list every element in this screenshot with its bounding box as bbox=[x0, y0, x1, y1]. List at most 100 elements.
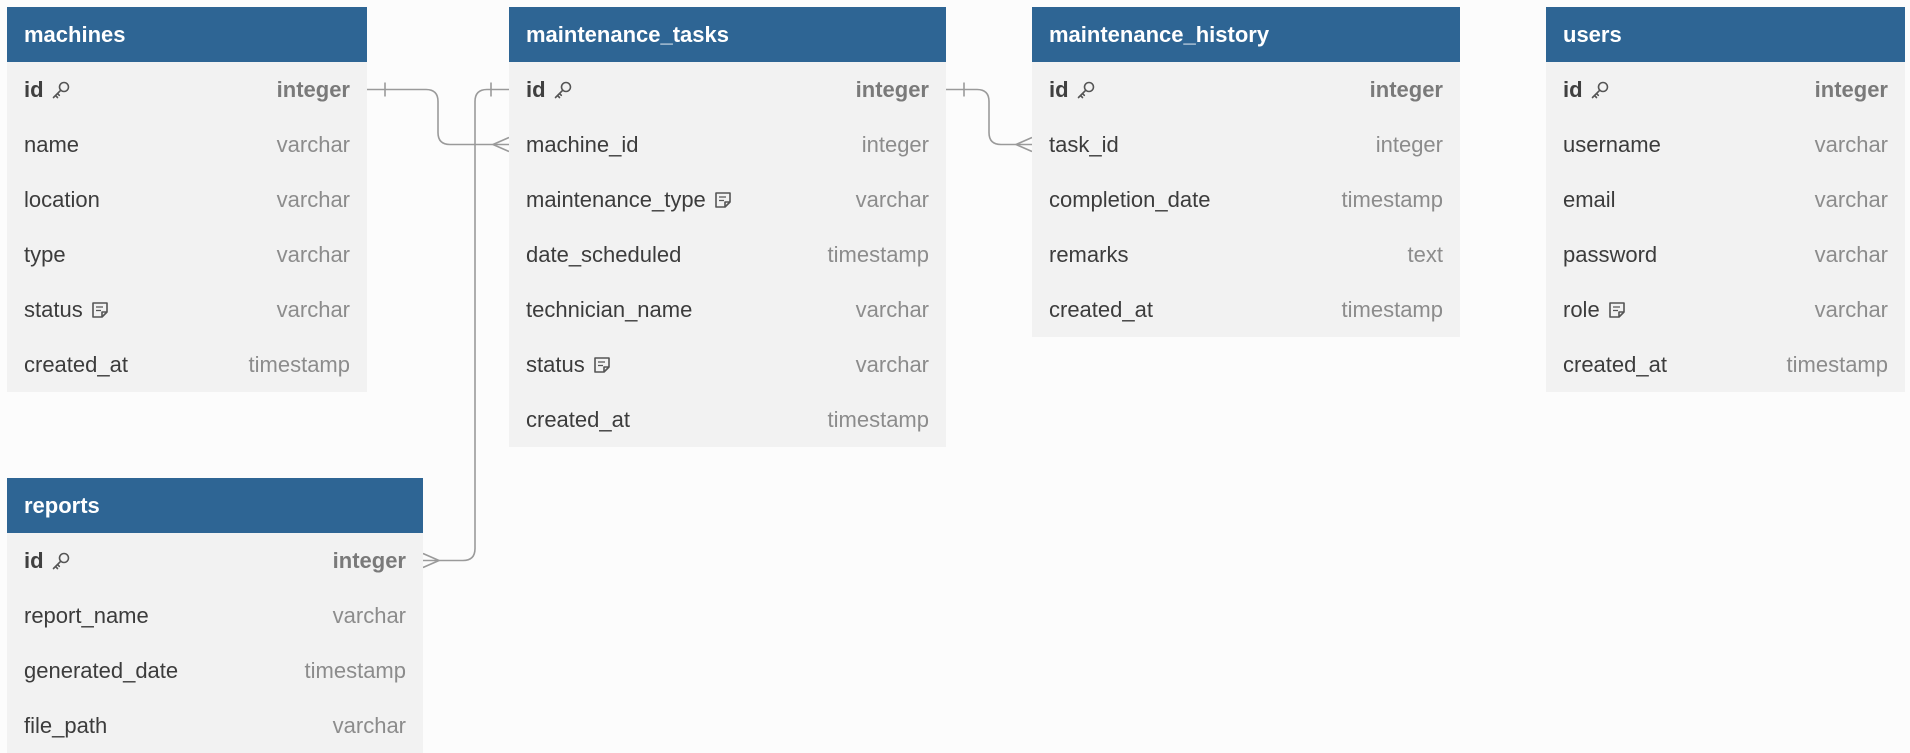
field-name: generated_date bbox=[24, 657, 179, 683]
field-row-users-role[interactable]: role varchar bbox=[1546, 282, 1905, 337]
field-name: email bbox=[1563, 186, 1616, 212]
field-row-users-password[interactable]: password varchar bbox=[1546, 227, 1905, 282]
field-type: varchar bbox=[855, 351, 929, 377]
key-icon bbox=[50, 79, 72, 101]
table-maintenance-history[interactable]: maintenance_history id integer task_id integ… bbox=[1032, 7, 1460, 337]
table-header-reports[interactable]: reports bbox=[7, 478, 423, 533]
field-row-maintenance-history-task-id[interactable]: task_id integer bbox=[1032, 117, 1460, 172]
field-type: varchar bbox=[332, 712, 406, 738]
field-row-reports-report-name[interactable]: report_name varchar bbox=[7, 588, 423, 643]
field-type: timestamp bbox=[1341, 186, 1443, 212]
field-name: id bbox=[24, 547, 44, 573]
field-type: integer bbox=[855, 76, 929, 102]
field-row-users-id[interactable]: id integer bbox=[1546, 62, 1905, 117]
field-row-maintenance-tasks-maintenance-type[interactable]: maintenance_type varchar bbox=[509, 172, 946, 227]
field-row-maintenance-tasks-id[interactable]: id integer bbox=[509, 62, 946, 117]
field-row-machines-type[interactable]: type varchar bbox=[7, 227, 367, 282]
field-row-maintenance-history-remarks[interactable]: remarks text bbox=[1032, 227, 1460, 282]
field-row-reports-file-path[interactable]: file_path varchar bbox=[7, 698, 423, 753]
field-name: file_path bbox=[24, 712, 108, 738]
field-name: status bbox=[24, 296, 83, 322]
field-name: created_at bbox=[1563, 351, 1667, 377]
table-header-machines[interactable]: machines bbox=[7, 7, 367, 62]
field-row-maintenance-tasks-status[interactable]: status varchar bbox=[509, 337, 946, 392]
field-type: varchar bbox=[855, 186, 929, 212]
relationship-line bbox=[423, 88, 509, 562]
field-name: technician_name bbox=[526, 296, 693, 322]
field-name-cell: type bbox=[24, 242, 66, 268]
field-name: status bbox=[526, 351, 585, 377]
field-row-maintenance-history-created-at[interactable]: created_at timestamp bbox=[1032, 282, 1460, 337]
field-row-machines-location[interactable]: location varchar bbox=[7, 172, 367, 227]
field-name-cell: id bbox=[24, 548, 72, 574]
note-icon[interactable] bbox=[591, 354, 613, 376]
field-row-machines-created-at[interactable]: created_at timestamp bbox=[7, 337, 367, 392]
many-marker bbox=[492, 136, 510, 153]
field-type: varchar bbox=[855, 296, 929, 322]
table-header-maintenance-tasks[interactable]: maintenance_tasks bbox=[509, 7, 946, 62]
table-header-users[interactable]: users bbox=[1546, 7, 1905, 62]
field-row-maintenance-tasks-machine-id[interactable]: machine_id integer bbox=[509, 117, 946, 172]
field-type: timestamp bbox=[248, 351, 350, 377]
field-name-cell: status bbox=[526, 352, 613, 378]
field-type: varchar bbox=[1814, 186, 1888, 212]
field-name: name bbox=[24, 131, 80, 157]
field-name: id bbox=[24, 76, 44, 102]
relationship-line bbox=[946, 88, 1032, 146]
field-row-users-email[interactable]: email varchar bbox=[1546, 172, 1905, 227]
field-name-cell: completion_date bbox=[1049, 187, 1210, 213]
field-row-users-username[interactable]: username varchar bbox=[1546, 117, 1905, 172]
field-type: integer bbox=[861, 131, 929, 157]
field-name-cell: file_path bbox=[24, 713, 107, 739]
field-type: varchar bbox=[276, 241, 350, 267]
field-name-cell: created_at bbox=[24, 352, 128, 378]
key-icon bbox=[1075, 79, 1097, 101]
note-icon[interactable] bbox=[712, 189, 734, 211]
field-row-machines-id[interactable]: id integer bbox=[7, 62, 367, 117]
table-users[interactable]: users id integer username varchar email varcha… bbox=[1546, 7, 1905, 392]
field-name-cell: name bbox=[24, 132, 79, 158]
field-name-cell: username bbox=[1563, 132, 1661, 158]
field-name-cell: generated_date bbox=[24, 658, 178, 684]
field-name-cell: remarks bbox=[1049, 242, 1128, 268]
table-reports[interactable]: reports id integer report_name varchar genera… bbox=[7, 478, 423, 753]
field-name-cell: location bbox=[24, 187, 100, 213]
field-name-cell: date_scheduled bbox=[526, 242, 681, 268]
field-row-maintenance-tasks-date-scheduled[interactable]: date_scheduled timestamp bbox=[509, 227, 946, 282]
note-icon[interactable] bbox=[1606, 299, 1628, 321]
field-name: remarks bbox=[1049, 241, 1129, 267]
field-row-maintenance-history-completion-date[interactable]: completion_date timestamp bbox=[1032, 172, 1460, 227]
field-name: id bbox=[1049, 76, 1069, 102]
field-row-maintenance-history-id[interactable]: id integer bbox=[1032, 62, 1460, 117]
note-icon[interactable] bbox=[89, 299, 111, 321]
many-marker bbox=[422, 552, 440, 569]
field-type: integer bbox=[276, 76, 350, 102]
field-name: date_scheduled bbox=[526, 241, 682, 267]
field-row-maintenance-tasks-technician-name[interactable]: technician_name varchar bbox=[509, 282, 946, 337]
field-row-machines-status[interactable]: status varchar bbox=[7, 282, 367, 337]
field-type: timestamp bbox=[1786, 351, 1888, 377]
table-header-maintenance-history[interactable]: maintenance_history bbox=[1032, 7, 1460, 62]
field-row-maintenance-tasks-created-at[interactable]: created_at timestamp bbox=[509, 392, 946, 447]
table-machines[interactable]: machines id integer name varchar location varc… bbox=[7, 7, 367, 392]
field-name-cell: technician_name bbox=[526, 297, 692, 323]
field-name: created_at bbox=[24, 351, 128, 377]
field-row-reports-generated-date[interactable]: generated_date timestamp bbox=[7, 643, 423, 698]
key-icon bbox=[50, 550, 72, 572]
field-name: created_at bbox=[1049, 296, 1153, 322]
field-row-users-created-at[interactable]: created_at timestamp bbox=[1546, 337, 1905, 392]
field-type: varchar bbox=[1814, 131, 1888, 157]
field-name: created_at bbox=[526, 406, 630, 432]
many-marker bbox=[1015, 136, 1033, 153]
field-row-reports-id[interactable]: id integer bbox=[7, 533, 423, 588]
key-icon bbox=[552, 79, 574, 101]
table-maintenance-tasks[interactable]: maintenance_tasks id integer machine_id inte… bbox=[509, 7, 946, 447]
field-name-cell: task_id bbox=[1049, 132, 1119, 158]
field-type: varchar bbox=[1814, 296, 1888, 322]
field-name: username bbox=[1563, 131, 1661, 157]
field-name-cell: id bbox=[24, 77, 72, 103]
field-name: maintenance_type bbox=[526, 186, 706, 212]
field-row-machines-name[interactable]: name varchar bbox=[7, 117, 367, 172]
field-type: integer bbox=[1369, 76, 1443, 102]
field-name: type bbox=[24, 241, 66, 267]
